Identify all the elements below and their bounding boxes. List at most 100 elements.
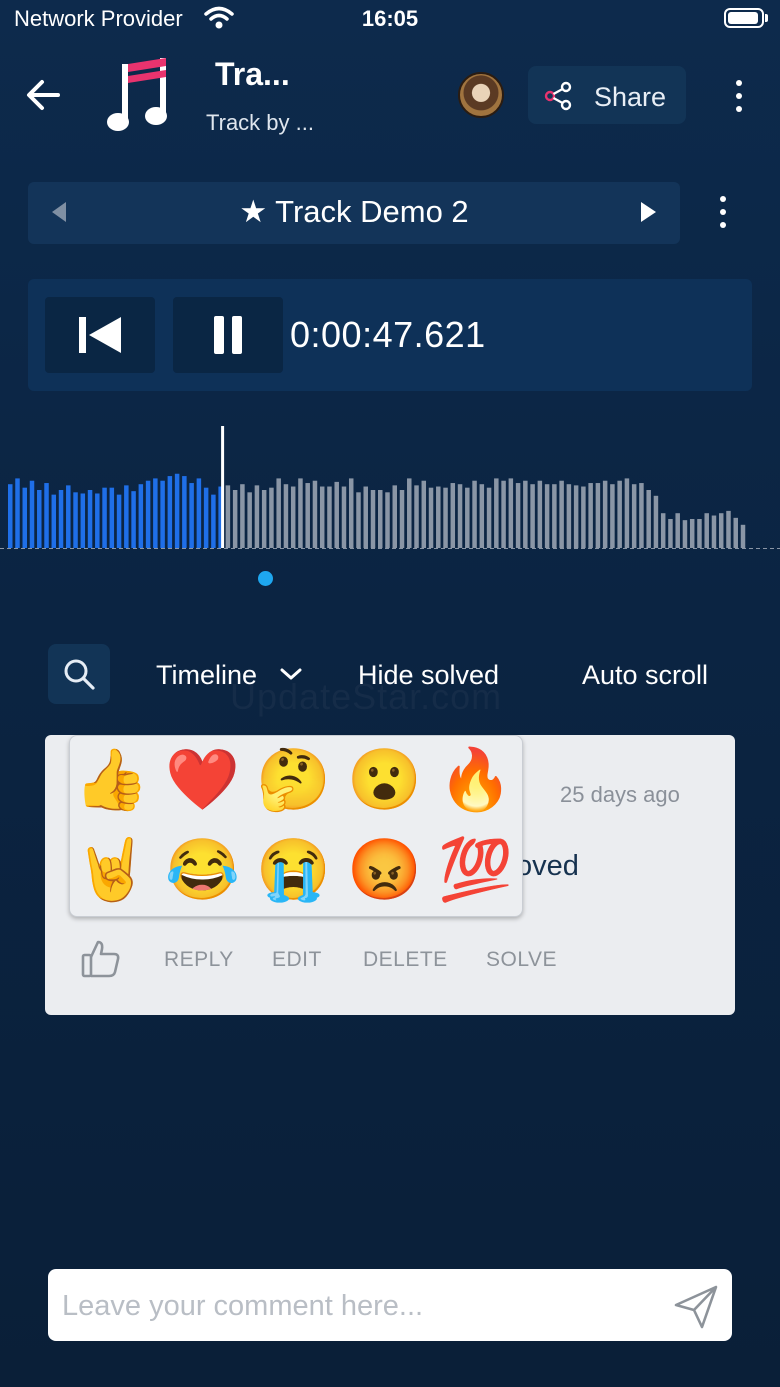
waveform-bar	[51, 494, 57, 548]
waveform-bar	[334, 481, 339, 548]
waveform-bar	[58, 490, 64, 548]
waveform-bar	[341, 486, 347, 548]
reply-button[interactable]: REPLY	[164, 948, 234, 972]
waveform-bar	[73, 492, 78, 548]
waveform-bar	[421, 480, 427, 548]
waveform-bar	[109, 487, 115, 548]
waveform-bar	[566, 484, 572, 548]
waveform-bar	[581, 486, 586, 548]
rewind-button[interactable]	[45, 297, 155, 373]
crying-face-emoji[interactable]: 😭	[256, 834, 331, 906]
waveform-bar	[494, 478, 499, 548]
thumbs-up-icon[interactable]	[80, 938, 122, 985]
red-heart-emoji[interactable]: ❤️	[165, 744, 240, 816]
thumbs-up-emoji[interactable]: 👍	[74, 744, 149, 816]
page-subtitle: Track by ...	[206, 110, 314, 135]
waveform-bar	[225, 485, 231, 548]
waveform-bar	[8, 484, 13, 548]
waveform-bar	[610, 484, 615, 548]
waveform-bar	[682, 520, 688, 548]
comment-input[interactable]	[62, 1286, 652, 1326]
pause-icon	[214, 316, 242, 354]
surprised-face-emoji[interactable]: 😮	[347, 744, 422, 816]
status-clock: 16:05	[361, 6, 419, 31]
chevron-down-icon[interactable]	[280, 666, 302, 687]
waveform-bar	[588, 483, 593, 548]
share-icon	[542, 80, 574, 117]
waveform-bar	[378, 490, 383, 548]
waveform-bar	[559, 480, 564, 548]
rock-on-emoji[interactable]: 🤘	[74, 834, 149, 906]
waveform-bar	[80, 493, 86, 548]
comment-timestamp: 25 days ago	[560, 782, 680, 807]
track-options-icon[interactable]	[720, 196, 726, 235]
waveform-bar	[399, 490, 405, 548]
waveform-bar	[305, 483, 310, 548]
waveform-bar	[15, 478, 20, 548]
waveform-bar	[319, 486, 325, 548]
avatar[interactable]	[458, 72, 504, 118]
angry-face-emoji[interactable]: 😡	[347, 834, 422, 906]
waveform-bar	[196, 478, 202, 548]
auto-scroll-toggle[interactable]: Auto scroll	[582, 660, 708, 691]
waveform-bar	[182, 476, 187, 548]
waveform-bar	[653, 495, 659, 548]
waveform-bar	[733, 517, 738, 548]
solve-button[interactable]: SOLVE	[486, 948, 557, 972]
waveform-bar	[428, 487, 434, 548]
waveform-bar	[624, 478, 630, 548]
waveform-bar	[363, 486, 368, 548]
playback-time: 0:00:47.621	[290, 314, 486, 355]
playhead-handle[interactable]	[258, 571, 273, 586]
skip-back-icon	[79, 317, 121, 353]
waveform-bar	[290, 486, 296, 548]
tears-of-joy-emoji[interactable]: 😂	[165, 834, 240, 906]
battery-icon	[724, 8, 764, 28]
timeline-filter[interactable]: Timeline	[156, 660, 257, 691]
waveform-bar	[573, 485, 579, 548]
waveform-bar	[203, 487, 209, 548]
waveform-bar	[160, 480, 165, 548]
waveform-bar	[66, 485, 71, 548]
waveform-bar	[450, 483, 456, 548]
share-label: Share	[594, 82, 667, 112]
waveform-bar	[704, 513, 709, 548]
send-icon[interactable]	[672, 1283, 720, 1336]
waveform-bar	[153, 478, 158, 548]
waveform-bar	[602, 480, 608, 548]
more-options-icon[interactable]	[736, 80, 742, 119]
waveform-bar	[240, 484, 245, 548]
waveform-bar	[29, 480, 35, 548]
waveform-bar	[697, 519, 702, 548]
thinking-face-emoji[interactable]: 🤔	[256, 744, 331, 816]
fire-emoji[interactable]: 🔥	[438, 744, 513, 816]
waveform-bar	[298, 478, 303, 548]
waveform-bar	[22, 487, 28, 548]
hundred-points-emoji[interactable]: 💯	[438, 834, 513, 906]
waveform-bar	[631, 484, 637, 548]
edit-button[interactable]: EDIT	[272, 948, 322, 972]
waveform-bar	[392, 485, 398, 548]
next-track-arrow-icon[interactable]	[641, 202, 656, 222]
waveform-bar	[356, 492, 361, 548]
waveform-bar	[87, 490, 93, 548]
waveform[interactable]	[0, 420, 780, 560]
search-icon	[61, 656, 97, 697]
waveform-bar	[617, 480, 622, 548]
waveform-bar	[414, 485, 419, 548]
hide-solved-toggle[interactable]: Hide solved	[358, 660, 499, 691]
waveform-bar	[660, 513, 666, 548]
waveform-bar	[443, 487, 448, 548]
track-name[interactable]: ★ Track Demo 2	[28, 194, 680, 230]
reaction-picker: 👍 ❤️ 🤔 😮 🔥 🤘 😂 😭 😡 💯	[69, 735, 523, 917]
delete-button[interactable]: DELETE	[363, 948, 448, 972]
waveform-bar	[465, 487, 470, 548]
waveform-bar	[675, 513, 680, 548]
waveform-bar	[726, 510, 731, 548]
back-arrow-icon[interactable]	[24, 76, 62, 119]
waveform-bar	[124, 485, 129, 548]
battery-tip	[765, 14, 768, 22]
waveform-bar	[718, 513, 724, 548]
pause-button[interactable]	[173, 297, 283, 373]
waveform-bar	[740, 524, 746, 548]
